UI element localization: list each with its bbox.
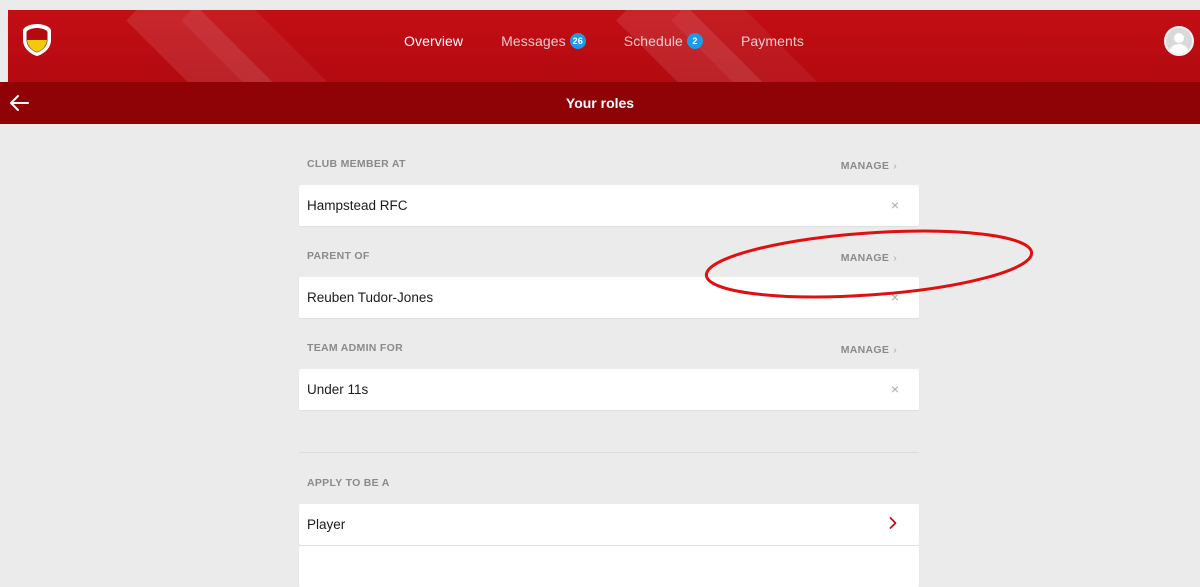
section-label-club: CLUB MEMBER AT [307,158,406,170]
chevron-right-icon [889,517,897,529]
nav-payments[interactable]: Payments [741,33,804,49]
page-title: Your roles [565,95,635,111]
section-header-parent: PARENT OF MANAGE › [299,226,919,277]
apply-player-label: Player [307,517,346,532]
user-avatar[interactable] [1164,26,1194,56]
nav-overview[interactable]: Overview [404,33,463,49]
remove-child-icon[interactable]: × [891,277,899,318]
messages-count-badge: 26 [569,33,586,49]
section-label-apply: APPLY TO BE A [307,477,390,489]
sub-header: Your roles [0,82,1200,124]
nav-payments-label: Payments [740,33,804,49]
manage-club-link[interactable]: MANAGE › [841,160,897,172]
roles-content: CLUB MEMBER AT MANAGE › Hampstead RFC × P… [299,124,919,587]
nav-schedule[interactable]: Schedule 2 [624,33,703,49]
manage-parent-label: MANAGE [840,252,890,264]
nav-overview-label: Overview [403,33,464,49]
chevron-right-icon: › [893,252,897,264]
top-nav-bar: Overview Messages 26 Schedule 2 Payments [8,10,1200,82]
club-member-row: Hampstead RFC × [299,185,919,226]
team-admin-row: Under 11s × [299,369,919,410]
manage-club-label: MANAGE [840,160,890,172]
apply-next-row[interactable] [299,546,919,587]
remove-team-icon[interactable]: × [891,369,899,410]
team-name: Under 11s [307,382,369,397]
section-label-parent: PARENT OF [307,250,370,262]
apply-player-row[interactable]: Player [299,504,919,545]
chevron-right-icon: › [893,160,897,172]
main-nav: Overview Messages 26 Schedule 2 Payments [8,10,1200,72]
section-header-club: CLUB MEMBER AT MANAGE › [299,124,919,185]
section-label-team: TEAM ADMIN FOR [307,342,403,354]
section-header-apply: APPLY TO BE A [299,453,919,504]
remove-club-icon[interactable]: × [891,185,899,226]
child-name: Reuben Tudor-Jones [307,290,434,305]
club-name: Hampstead RFC [307,198,408,213]
manage-team-label: MANAGE [840,344,890,356]
chevron-right-icon: › [893,344,897,356]
manage-parent-link[interactable]: MANAGE › [841,252,897,264]
parent-of-row: Reuben Tudor-Jones × [299,277,919,318]
nav-schedule-label: Schedule [623,33,683,49]
section-header-team: TEAM ADMIN FOR MANAGE › [299,318,919,369]
schedule-count-badge: 2 [686,33,703,49]
nav-messages-label: Messages [501,33,566,49]
manage-team-link[interactable]: MANAGE › [841,344,897,356]
nav-messages[interactable]: Messages 26 [501,33,586,49]
